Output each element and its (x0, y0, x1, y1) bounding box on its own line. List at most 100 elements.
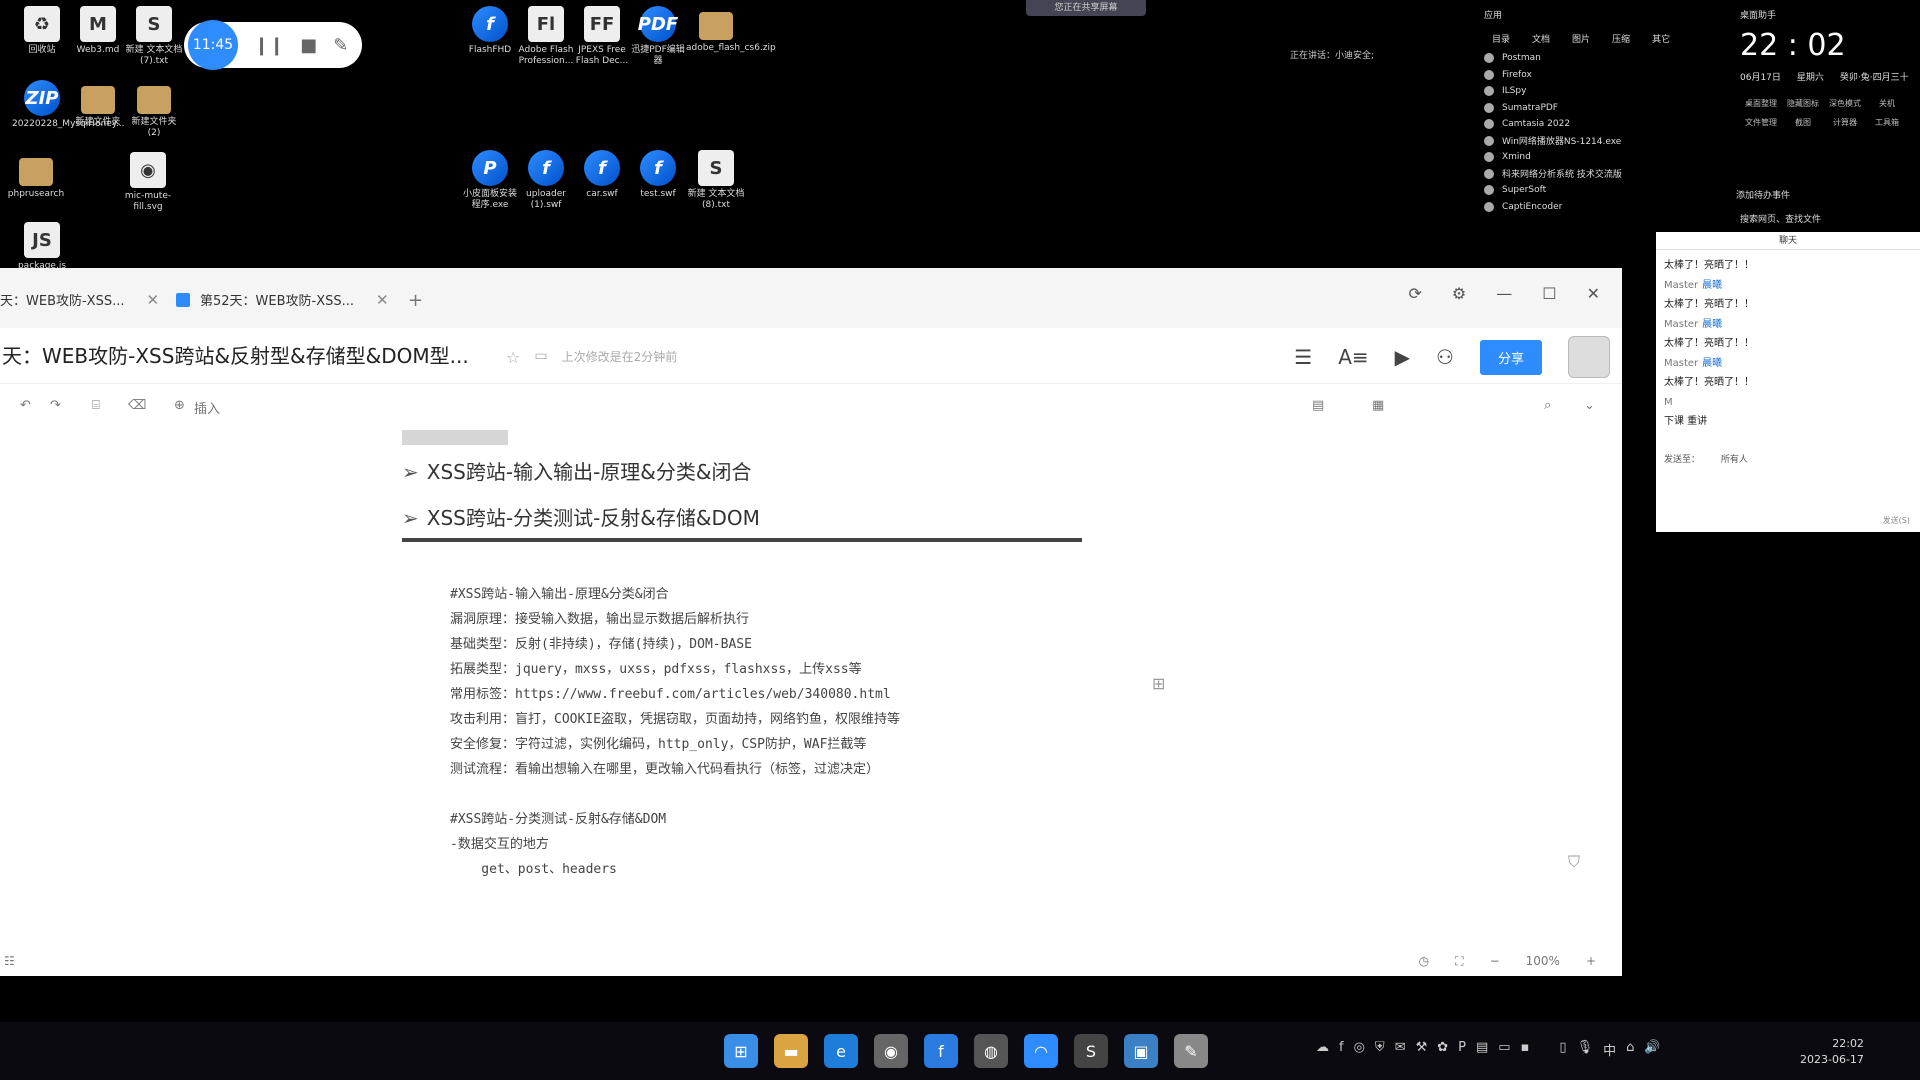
remote-icon[interactable]: ▣ (1124, 1034, 1158, 1068)
volume-icon[interactable]: 🔊 (1644, 1040, 1660, 1059)
pause-icon[interactable]: ❙❙ (254, 35, 284, 56)
desktop-icon[interactable]: M Web3.md (68, 6, 128, 56)
pen-tool-icon[interactable]: ✎ (1174, 1034, 1208, 1068)
outline-icon[interactable]: ☰ (1294, 345, 1312, 369)
shirt-icon[interactable]: ⛉ (1568, 852, 1580, 872)
tab-2[interactable]: 第52天：WEB攻防-XSS... ✕ (176, 290, 389, 309)
avatar[interactable] (1568, 336, 1610, 378)
search-icon[interactable]: ⌕ (1544, 398, 1551, 413)
desktop-icon[interactable]: 新建文件夹 (68, 80, 128, 128)
meeting-icon[interactable]: ◠ (1024, 1034, 1058, 1068)
widget-tool[interactable]: 截图 (1782, 117, 1824, 128)
launcher-item[interactable]: Postman (1484, 50, 1622, 67)
file-explorer-icon[interactable]: ▬ (774, 1034, 808, 1068)
collaborator-icon[interactable]: ⚇ (1436, 345, 1454, 369)
launcher-item[interactable]: Xmind (1484, 149, 1622, 166)
star-icon[interactable]: ☆ (506, 348, 520, 367)
comment-icon[interactable]: ▤ (1312, 398, 1324, 413)
message-icon[interactable]: ▤ (1476, 1040, 1488, 1059)
phone-icon[interactable]: ▯ (1559, 1040, 1566, 1059)
folder-icon[interactable]: ▭ (534, 348, 547, 367)
cloud-icon[interactable]: ☁ (1316, 1040, 1329, 1059)
list-icon[interactable]: ☷ (4, 954, 15, 968)
present-icon[interactable]: ▶ (1395, 345, 1410, 369)
desktop-icon[interactable]: ♻ 回收站 (12, 6, 72, 56)
launcher-item[interactable]: SumatraPDF (1484, 100, 1622, 117)
widget-tool[interactable]: 深色模式 (1824, 98, 1866, 109)
close-icon[interactable]: ✕ (376, 291, 389, 309)
widget-search[interactable]: 搜索网页、查找文件 (1740, 212, 1821, 225)
taskbar-clock[interactable]: 22:02 2023-06-17 (1800, 1036, 1864, 1068)
desktop-icon[interactable]: adobe_flash_cs6.zip (686, 6, 776, 54)
code-block[interactable]: #XSS跨站-输入输出-原理&分类&闭合 漏洞原理：接受输入数据，输出显示数据后解… (450, 580, 900, 880)
launcher-category[interactable]: 图片 (1572, 32, 1590, 45)
remote-tray-icon[interactable]: ▪ (1521, 1040, 1530, 1059)
share-button[interactable]: 分享 (1479, 339, 1542, 375)
desktop-icon[interactable]: FF JPEXS Free Flash Dec... (572, 6, 632, 67)
desktop-icon[interactable]: f uploader (1).swf (516, 150, 576, 211)
chrome-icon[interactable]: ◉ (874, 1034, 908, 1068)
launcher-item[interactable]: 科来网络分析系统 技术交流版 (1484, 166, 1622, 183)
p-icon[interactable]: P (1458, 1040, 1466, 1059)
add-todo[interactable]: 添加待办事件 (1736, 188, 1790, 201)
close-icon[interactable]: ✕ (146, 291, 159, 309)
zoom-out-button[interactable]: − (1490, 954, 1500, 969)
widget-tool[interactable]: 桌面整理 (1740, 98, 1782, 109)
add-comment-icon[interactable]: ⊞ (1152, 674, 1165, 693)
format-painter-icon[interactable]: ⌸ (92, 398, 100, 413)
display-icon[interactable]: ▭ (1498, 1040, 1510, 1059)
flash-icon[interactable]: f (924, 1034, 958, 1068)
launcher-item[interactable]: CaptiEncoder (1484, 199, 1622, 216)
desktop-icon[interactable]: ◉ mic-mute-fill.svg (118, 152, 178, 213)
firefox-icon[interactable]: ◍ (974, 1034, 1008, 1068)
widget-tool[interactable]: 计算器 (1824, 117, 1866, 128)
send-to-select[interactable]: 所有人 (1721, 455, 1748, 465)
close-window-button[interactable]: ✕ (1587, 284, 1600, 303)
redo-icon[interactable]: ↷ (50, 398, 61, 413)
network-icon[interactable]: ⌂ (1626, 1040, 1634, 1059)
zoom-level[interactable]: 100% (1526, 954, 1560, 969)
ime-indicator[interactable]: 中 (1603, 1040, 1616, 1059)
undo-icon[interactable]: ↶ (20, 398, 31, 413)
start-icon[interactable]: ⊞ (724, 1034, 758, 1068)
tab-1[interactable]: 天：WEB攻防-XSS... ✕ (0, 290, 159, 310)
stop-icon[interactable]: ■ (300, 35, 317, 56)
mic-icon[interactable]: 🎙 (1577, 1040, 1594, 1059)
desktop-icon[interactable]: phprusearch (6, 152, 66, 200)
camera-icon[interactable]: ◎ (1354, 1040, 1365, 1059)
shield-icon[interactable]: ⛨ (1375, 1040, 1385, 1059)
desktop-icon[interactable]: S 新建 文本文档 (8).txt (686, 150, 746, 211)
launcher-item[interactable]: ILSpy (1484, 83, 1622, 100)
screen-recorder-widget[interactable]: 11:45 ❙❙ ■ ✎ (184, 20, 362, 70)
widget-tool[interactable]: 工具箱 (1866, 117, 1908, 128)
gear-icon[interactable]: ✿ (1437, 1040, 1448, 1059)
settings-icon[interactable]: ⚙ (1452, 284, 1466, 303)
launcher-category[interactable]: 目录 (1492, 32, 1510, 45)
desktop-icon[interactable]: f test.swf (628, 150, 688, 200)
desktop-icon[interactable]: Fl Adobe Flash Profession... (516, 6, 576, 67)
calendar-icon[interactable]: ▦ (1372, 398, 1384, 413)
maximize-button[interactable]: ☐ (1542, 284, 1556, 303)
launcher-item[interactable]: Win网络播放器NS-1214.exe (1484, 133, 1622, 150)
clock-icon[interactable]: ◷ (1419, 954, 1429, 969)
sync-icon[interactable]: ⟳ (1409, 284, 1422, 303)
wechat-icon[interactable]: ✉ (1395, 1040, 1406, 1059)
send-button[interactable]: 发送(S) (1883, 515, 1910, 526)
document-body[interactable]: ➢ XSS跨站-输入输出-原理&分类&闭合 ➢ XSS跨站-分类测试-反射&存储&D… (0, 430, 1622, 956)
desktop-icon[interactable]: 新建文件夹 (2) (124, 80, 184, 139)
tool-icon[interactable]: ⚒ (1416, 1040, 1428, 1059)
recorder-timer[interactable]: 11:45 (188, 20, 238, 70)
desktop-icon[interactable]: PDF 迅捷PDF编辑器 (628, 6, 688, 67)
clear-format-icon[interactable]: ⌫ (128, 398, 146, 413)
insert-button[interactable]: 插入 (194, 398, 220, 417)
launcher-item[interactable]: Firefox (1484, 67, 1622, 84)
font-icon[interactable]: A≡ (1338, 345, 1368, 369)
insert-icon[interactable]: ⊕ (174, 398, 185, 413)
desktop-icon[interactable]: f car.swf (572, 150, 632, 200)
widget-tool[interactable]: 隐藏图标 (1782, 98, 1824, 109)
desktop-icon[interactable]: ZIP 20220228_MysqlHoney... (12, 80, 124, 130)
minimize-button[interactable]: — (1496, 284, 1512, 303)
widget-tool[interactable]: 文件管理 (1740, 117, 1782, 128)
document-title[interactable]: 天：WEB攻防-XSS跨站&反射型&存储型&DOM型... (2, 340, 469, 369)
chevron-down-icon[interactable]: ⌄ (1584, 398, 1595, 413)
